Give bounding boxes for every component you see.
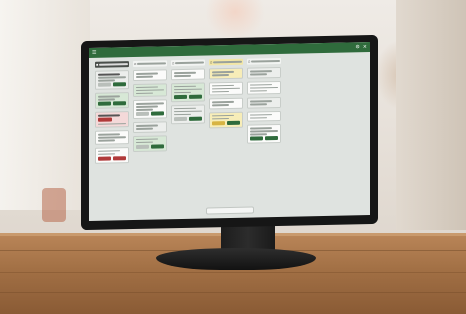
card[interactable] bbox=[209, 97, 243, 109]
card[interactable] bbox=[209, 111, 243, 128]
board-column: ▫ bbox=[247, 57, 281, 204]
card[interactable] bbox=[209, 81, 243, 96]
background-object bbox=[42, 188, 66, 222]
menu-icon[interactable]: ☰ bbox=[92, 50, 96, 56]
card[interactable] bbox=[171, 104, 205, 124]
column-icon: ▪ bbox=[96, 62, 99, 67]
card[interactable] bbox=[95, 111, 129, 128]
desk-grain bbox=[0, 292, 466, 293]
app-topbar: ☰ ⚙ ✕ bbox=[89, 42, 370, 58]
card[interactable] bbox=[95, 146, 129, 164]
card[interactable] bbox=[95, 70, 129, 90]
monitor-screen: ☰ ⚙ ✕ ▪ ▫ ▫ ▫ ▫ bbox=[89, 42, 370, 221]
card[interactable] bbox=[133, 134, 167, 152]
background-lamp bbox=[205, 0, 265, 40]
column-header[interactable]: ▫ bbox=[209, 58, 243, 66]
column-icon: ▫ bbox=[210, 60, 213, 65]
pagination-bar[interactable] bbox=[205, 206, 254, 215]
kanban-board: ▪ ▫ ▫ ▫ ▫ bbox=[95, 56, 366, 207]
card[interactable] bbox=[247, 123, 281, 144]
column-icon: ▫ bbox=[172, 61, 175, 66]
column-header[interactable]: ▪ bbox=[95, 61, 129, 68]
card[interactable] bbox=[133, 121, 167, 133]
desk-grain bbox=[0, 272, 466, 273]
background-window bbox=[0, 0, 90, 210]
card[interactable] bbox=[247, 80, 281, 95]
settings-icon[interactable]: ⚙ bbox=[355, 44, 359, 50]
close-icon[interactable]: ✕ bbox=[363, 44, 367, 50]
card[interactable] bbox=[133, 82, 167, 98]
monitor: ☰ ⚙ ✕ ▪ ▫ ▫ ▫ ▫ bbox=[81, 34, 378, 231]
card[interactable] bbox=[133, 99, 167, 120]
board-column: ▫ bbox=[171, 59, 205, 206]
column-icon: ▫ bbox=[248, 59, 251, 64]
board-column: ▫ bbox=[209, 58, 243, 205]
card[interactable] bbox=[247, 96, 281, 109]
column-icon: ▫ bbox=[134, 61, 137, 67]
card[interactable] bbox=[247, 66, 281, 79]
board-column: ▪ bbox=[95, 61, 129, 207]
card[interactable] bbox=[171, 82, 205, 102]
board-column: ▫ bbox=[133, 60, 167, 206]
card[interactable] bbox=[171, 68, 205, 80]
card[interactable] bbox=[209, 67, 243, 79]
card[interactable] bbox=[95, 130, 129, 145]
column-header[interactable]: ▫ bbox=[247, 57, 281, 65]
background-shelf bbox=[396, 0, 466, 230]
card[interactable] bbox=[133, 69, 167, 81]
column-header[interactable]: ▫ bbox=[133, 60, 167, 68]
card[interactable] bbox=[95, 92, 129, 109]
column-header[interactable]: ▫ bbox=[171, 59, 205, 67]
monitor-stand-base bbox=[156, 248, 316, 270]
card[interactable] bbox=[247, 110, 281, 122]
